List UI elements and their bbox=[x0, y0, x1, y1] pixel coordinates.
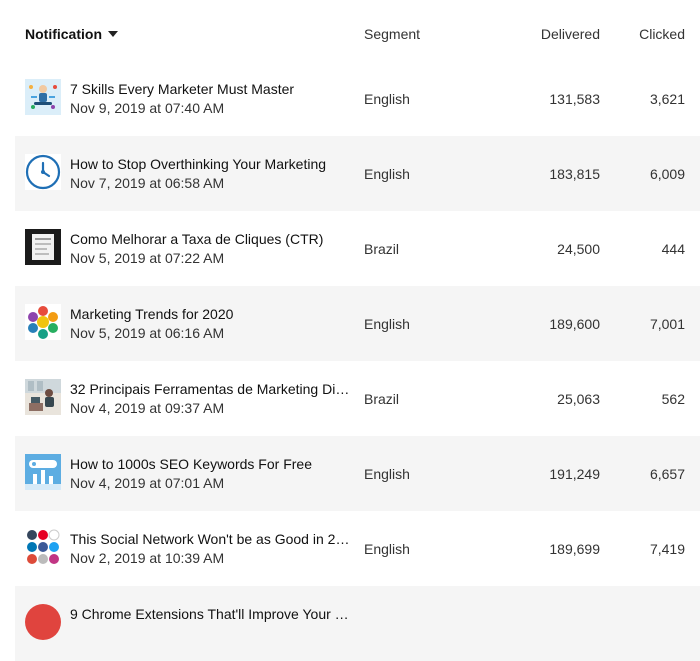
delivered-column-header[interactable]: Delivered bbox=[541, 26, 600, 42]
notification-date: Nov 5, 2019 at 06:16 AM bbox=[70, 325, 225, 341]
table-row[interactable]: How to Stop Overthinking Your Marketing … bbox=[15, 136, 700, 211]
clicked-column-header[interactable]: Clicked bbox=[639, 26, 685, 42]
social-media-icons-thumbnail-icon bbox=[25, 529, 61, 565]
clicked-cell: 6,009 bbox=[649, 166, 685, 182]
delivered-cell: 25,063 bbox=[557, 391, 600, 407]
delivered-cell: 189,600 bbox=[549, 316, 600, 332]
notification-date: Nov 4, 2019 at 09:37 AM bbox=[70, 400, 225, 416]
notification-title[interactable]: 32 Principais Ferramentas de Marketing D… bbox=[70, 381, 350, 397]
clicked-cell: 444 bbox=[661, 241, 685, 257]
table-row[interactable]: Marketing Trends for 2020 Nov 5, 2019 at… bbox=[15, 286, 700, 361]
notification-date: Nov 5, 2019 at 07:22 AM bbox=[70, 250, 225, 266]
clock-icon bbox=[25, 154, 61, 190]
segment-cell: English bbox=[364, 166, 410, 182]
marketer-meditation-thumbnail-icon bbox=[25, 79, 61, 115]
table-row[interactable]: 32 Principais Ferramentas de Marketing D… bbox=[15, 361, 700, 436]
clicked-cell: 3,621 bbox=[649, 91, 685, 107]
notification-date: Nov 9, 2019 at 07:40 AM bbox=[70, 100, 225, 116]
colorful-circles-thumbnail-icon bbox=[25, 304, 61, 340]
notification-date: Nov 4, 2019 at 07:01 AM bbox=[70, 475, 225, 491]
segment-cell: English bbox=[364, 541, 410, 557]
notification-title[interactable]: Como Melhorar a Taxa de Cliques (CTR) bbox=[70, 231, 350, 247]
segment-cell: English bbox=[364, 466, 410, 482]
sort-caret-down-icon[interactable] bbox=[108, 31, 118, 37]
table-row[interactable]: Como Melhorar a Taxa de Cliques (CTR) No… bbox=[15, 211, 700, 286]
delivered-cell: 131,583 bbox=[549, 91, 600, 107]
notification-title[interactable]: 7 Skills Every Marketer Must Master bbox=[70, 81, 350, 97]
segment-cell: English bbox=[364, 91, 410, 107]
segment-cell: English bbox=[364, 316, 410, 332]
table-row[interactable]: 9 Chrome Extensions That'll Improve Your… bbox=[15, 586, 700, 661]
table-header: Notification Segment Delivered Clicked bbox=[0, 0, 700, 66]
notification-date: Nov 7, 2019 at 06:58 AM bbox=[70, 175, 225, 191]
notification-title[interactable]: How to 1000s SEO Keywords For Free bbox=[70, 456, 350, 472]
notification-title[interactable]: 9 Chrome Extensions That'll Improve Your… bbox=[70, 606, 350, 622]
table-row[interactable]: This Social Network Won't be as Good in … bbox=[15, 511, 700, 586]
segment-cell: Brazil bbox=[364, 241, 400, 257]
table-row[interactable]: 7 Skills Every Marketer Must Master Nov … bbox=[15, 61, 700, 136]
delivered-cell: 189,699 bbox=[549, 541, 600, 557]
table-row[interactable]: How to 1000s SEO Keywords For Free Nov 4… bbox=[15, 436, 700, 511]
clicked-cell: 562 bbox=[661, 391, 685, 407]
delivered-cell: 24,500 bbox=[557, 241, 600, 257]
notification-date: Nov 2, 2019 at 10:39 AM bbox=[70, 550, 225, 566]
seo-illustration-thumbnail-icon bbox=[25, 454, 61, 490]
notification-list: 7 Skills Every Marketer Must Master Nov … bbox=[15, 61, 700, 661]
office-photo-thumbnail-icon bbox=[25, 379, 61, 415]
notification-title[interactable]: This Social Network Won't be as Good in … bbox=[70, 531, 350, 547]
segment-column-header[interactable]: Segment bbox=[364, 26, 420, 42]
segment-cell: Brazil bbox=[364, 391, 400, 407]
notification-title[interactable]: How to Stop Overthinking Your Marketing bbox=[70, 156, 350, 172]
red-circle-thumbnail-icon bbox=[25, 604, 61, 640]
clicked-cell: 7,419 bbox=[649, 541, 685, 557]
notification-column-header[interactable]: Notification bbox=[25, 26, 118, 42]
delivered-cell: 191,249 bbox=[549, 466, 600, 482]
delivered-cell: 183,815 bbox=[549, 166, 600, 182]
notification-title[interactable]: Marketing Trends for 2020 bbox=[70, 306, 350, 322]
clicked-cell: 7,001 bbox=[649, 316, 685, 332]
document-screenshot-thumbnail-icon bbox=[25, 229, 61, 265]
notification-header-label: Notification bbox=[25, 26, 102, 42]
clicked-cell: 6,657 bbox=[649, 466, 685, 482]
